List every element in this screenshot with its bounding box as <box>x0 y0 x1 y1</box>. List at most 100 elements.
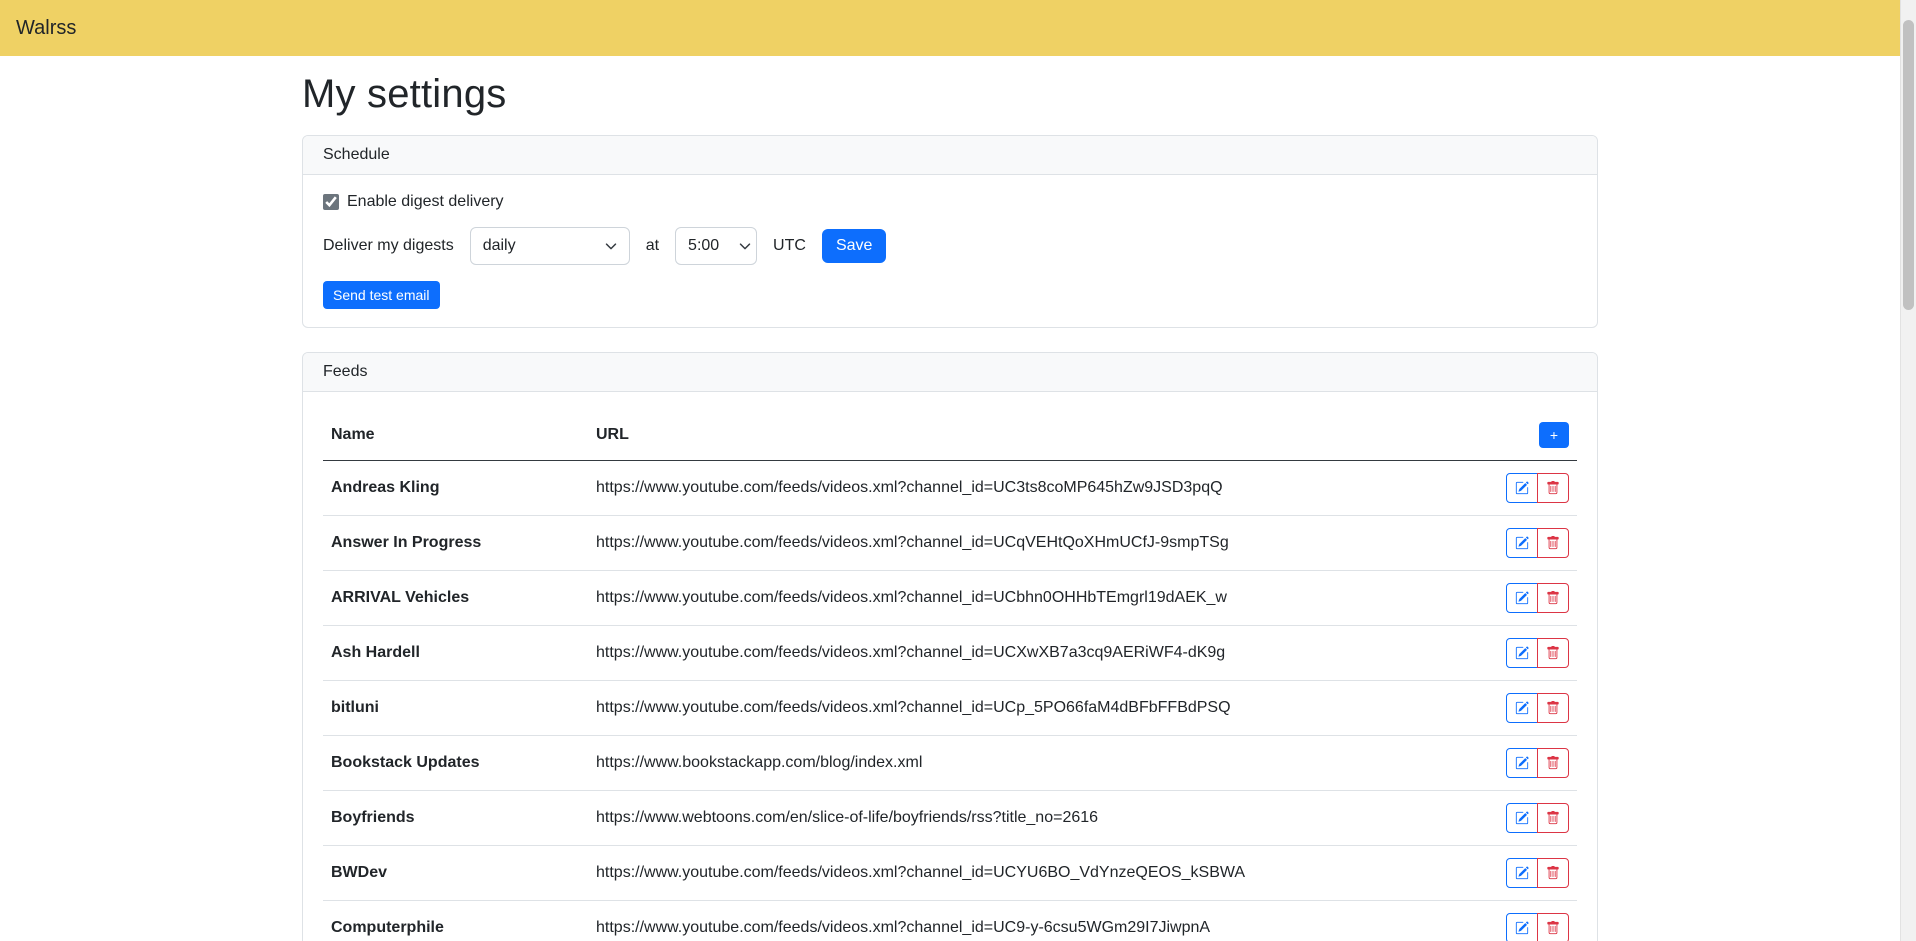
edit-feed-button[interactable] <box>1506 473 1538 503</box>
schedule-card: Schedule Enable digest delivery Deliver … <box>302 135 1598 328</box>
enable-digest-label: Enable digest delivery <box>347 193 504 211</box>
feed-actions <box>1506 803 1569 833</box>
edit-feed-button[interactable] <box>1506 528 1538 558</box>
frequency-select[interactable]: daily <box>470 227 630 265</box>
trash-icon <box>1546 701 1560 715</box>
save-button[interactable]: Save <box>822 229 886 263</box>
delete-feed-button[interactable] <box>1537 473 1569 503</box>
delete-feed-button[interactable] <box>1537 638 1569 668</box>
page-viewport: Walrss My settings Schedule Enable diges… <box>0 0 1900 941</box>
trash-icon <box>1546 536 1560 550</box>
timezone-label: UTC <box>773 237 806 255</box>
edit-feed-button[interactable] <box>1506 583 1538 613</box>
top-navbar: Walrss <box>0 0 1900 56</box>
vertical-scrollbar[interactable] <box>1900 0 1916 941</box>
feed-row: Answer In Progress https://www.youtube.c… <box>323 516 1577 571</box>
delete-feed-button[interactable] <box>1537 858 1569 888</box>
feeds-table-header-row: Name URL + <box>323 410 1577 461</box>
frequency-selected-value: daily <box>483 237 516 255</box>
feed-row: bitluni https://www.youtube.com/feeds/vi… <box>323 681 1577 736</box>
feed-url: https://www.bookstackapp.com/blog/index.… <box>588 736 1477 791</box>
chevron-down-icon <box>739 240 751 252</box>
feeds-card: Feeds Name URL + Andreas Kling https://w… <box>302 352 1598 941</box>
feed-actions <box>1506 583 1569 613</box>
trash-icon <box>1546 866 1560 880</box>
feed-actions <box>1506 748 1569 778</box>
feed-url: https://www.youtube.com/feeds/videos.xml… <box>588 461 1477 516</box>
feed-name: Andreas Kling <box>323 461 588 516</box>
scrollbar-thumb[interactable] <box>1903 20 1914 310</box>
pencil-square-icon <box>1515 481 1529 495</box>
pencil-square-icon <box>1515 536 1529 550</box>
send-test-email-button[interactable]: Send test email <box>323 281 440 309</box>
trash-icon <box>1546 811 1560 825</box>
feed-row: Boyfriends https://www.webtoons.com/en/s… <box>323 791 1577 846</box>
feed-row: Andreas Kling https://www.youtube.com/fe… <box>323 461 1577 516</box>
edit-feed-button[interactable] <box>1506 913 1538 941</box>
feed-name: Ash Hardell <box>323 626 588 681</box>
feed-name: ARRIVAL Vehicles <box>323 571 588 626</box>
feed-actions <box>1506 528 1569 558</box>
feed-url: https://www.youtube.com/feeds/videos.xml… <box>588 681 1477 736</box>
feed-url: https://www.webtoons.com/en/slice-of-lif… <box>588 791 1477 846</box>
edit-feed-button[interactable] <box>1506 638 1538 668</box>
feed-name: Boyfriends <box>323 791 588 846</box>
feed-name: Answer In Progress <box>323 516 588 571</box>
edit-feed-button[interactable] <box>1506 693 1538 723</box>
trash-icon <box>1546 646 1560 660</box>
feed-name: Bookstack Updates <box>323 736 588 791</box>
at-label: at <box>646 237 659 255</box>
edit-feed-button[interactable] <box>1506 858 1538 888</box>
feed-row: Ash Hardell https://www.youtube.com/feed… <box>323 626 1577 681</box>
trash-icon <box>1546 921 1560 935</box>
edit-feed-button[interactable] <box>1506 748 1538 778</box>
schedule-card-header: Schedule <box>303 136 1597 175</box>
trash-icon <box>1546 481 1560 495</box>
enable-digest-checkbox[interactable] <box>323 194 339 210</box>
feed-actions <box>1506 858 1569 888</box>
edit-feed-button[interactable] <box>1506 803 1538 833</box>
pencil-square-icon <box>1515 591 1529 605</box>
page-title: My settings <box>302 72 1598 117</box>
schedule-card-body: Enable digest delivery Deliver my digest… <box>303 175 1597 327</box>
feed-name: Computerphile <box>323 901 588 941</box>
feed-url: https://www.youtube.com/feeds/videos.xml… <box>588 571 1477 626</box>
feeds-table: Name URL + Andreas Kling https://www.you… <box>323 410 1577 941</box>
delete-feed-button[interactable] <box>1537 583 1569 613</box>
pencil-square-icon <box>1515 646 1529 660</box>
pencil-square-icon <box>1515 756 1529 770</box>
delete-feed-button[interactable] <box>1537 693 1569 723</box>
feed-name: BWDev <box>323 846 588 901</box>
feed-actions <box>1506 473 1569 503</box>
time-select[interactable]: 5:00 <box>675 227 757 265</box>
column-header-name: Name <box>323 410 588 461</box>
time-selected-value: 5:00 <box>688 237 719 255</box>
feed-actions <box>1506 638 1569 668</box>
feed-row: Bookstack Updates https://www.bookstacka… <box>323 736 1577 791</box>
feed-url: https://www.youtube.com/feeds/videos.xml… <box>588 846 1477 901</box>
feed-name: bitluni <box>323 681 588 736</box>
feeds-card-body: Name URL + Andreas Kling https://www.you… <box>303 392 1597 941</box>
feeds-card-header: Feeds <box>303 353 1597 392</box>
pencil-square-icon <box>1515 701 1529 715</box>
trash-icon <box>1546 591 1560 605</box>
delete-feed-button[interactable] <box>1537 803 1569 833</box>
brand-link[interactable]: Walrss <box>16 17 76 40</box>
pencil-square-icon <box>1515 866 1529 880</box>
deliver-label: Deliver my digests <box>323 237 454 255</box>
feed-url: https://www.youtube.com/feeds/videos.xml… <box>588 626 1477 681</box>
feed-row: ARRIVAL Vehicles https://www.youtube.com… <box>323 571 1577 626</box>
feed-url: https://www.youtube.com/feeds/videos.xml… <box>588 901 1477 941</box>
feed-row: BWDev https://www.youtube.com/feeds/vide… <box>323 846 1577 901</box>
feed-actions <box>1506 693 1569 723</box>
delete-feed-button[interactable] <box>1537 748 1569 778</box>
chevron-down-icon <box>605 240 617 252</box>
delete-feed-button[interactable] <box>1537 913 1569 941</box>
feed-url: https://www.youtube.com/feeds/videos.xml… <box>588 516 1477 571</box>
enable-digest-row: Enable digest delivery <box>323 193 1577 211</box>
trash-icon <box>1546 756 1560 770</box>
feed-row: Computerphile https://www.youtube.com/fe… <box>323 901 1577 941</box>
feeds-table-body: Andreas Kling https://www.youtube.com/fe… <box>323 461 1577 941</box>
add-feed-button[interactable]: + <box>1539 422 1569 448</box>
delete-feed-button[interactable] <box>1537 528 1569 558</box>
